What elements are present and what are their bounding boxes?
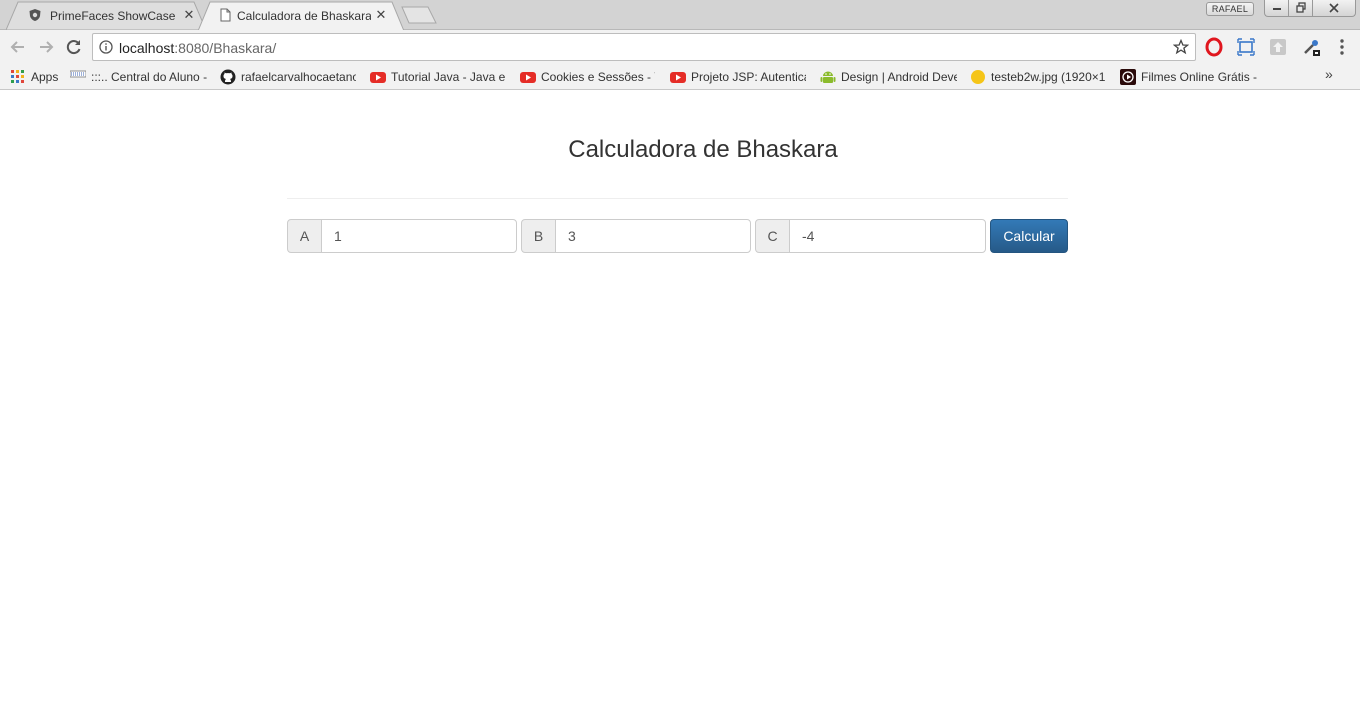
tab-title: Calculadora de Bhaskara — [237, 9, 371, 23]
reload-button[interactable] — [64, 37, 84, 57]
play-icon — [1120, 69, 1136, 85]
bookmark-github[interactable]: rafaelcarvalhocaetano — [220, 68, 358, 86]
url-host: localhost — [119, 40, 175, 56]
calcular-button[interactable]: Calcular — [990, 219, 1068, 253]
bookmark-label: Cookies e Sessões - Y — [541, 70, 655, 84]
bookmark-projeto-jsp[interactable]: Projeto JSP: Autentica — [670, 68, 808, 86]
youtube-icon — [520, 69, 536, 85]
more-bookmarks-button[interactable]: » — [1325, 66, 1333, 82]
bookmark-label: Tutorial Java - Java e — [391, 70, 506, 84]
forward-button[interactable] — [36, 37, 56, 57]
bookmark-label: rafaelcarvalhocaetano — [241, 70, 356, 84]
close-icon — [1329, 3, 1339, 13]
bookmark-android-design[interactable]: Design | Android Deve — [820, 68, 960, 86]
tab-primefaces[interactable]: PrimeFaces ShowCase ✕ — [6, 1, 206, 30]
opera-icon[interactable] — [1204, 37, 1224, 57]
document-icon — [218, 8, 232, 22]
shield-icon — [28, 8, 42, 22]
window-close-button[interactable] — [1312, 0, 1356, 17]
field-c-input[interactable] — [789, 219, 986, 253]
restore-button[interactable] — [1288, 0, 1312, 17]
eyedropper-icon[interactable] — [1301, 37, 1321, 57]
field-b-label: B — [521, 219, 556, 253]
android-icon — [820, 69, 836, 85]
bookmark-label: :::.. Central do Aluno - — [91, 70, 208, 84]
bookmark-star-icon[interactable] — [1172, 38, 1190, 55]
restore-icon — [1295, 2, 1306, 13]
minimize-icon — [1272, 8, 1281, 10]
new-tab-button[interactable] — [401, 6, 437, 24]
screenshot-icon[interactable] — [1236, 37, 1256, 57]
tab-strip: PrimeFaces ShowCase ✕ Calculadora de Bha… — [0, 0, 1360, 30]
back-arrow-icon — [10, 41, 24, 53]
browser-toolbar: localhost:8080/Bhaskara/ — [0, 30, 1360, 64]
address-bar[interactable]: localhost:8080/Bhaskara/ — [92, 33, 1196, 61]
close-icon[interactable]: ✕ — [374, 8, 388, 22]
page-title: Calculadora de Bhaskara — [568, 136, 838, 163]
reload-icon — [66, 40, 81, 55]
bookmark-label: testeb2w.jpg (1920×1 — [991, 70, 1106, 84]
bookmark-central-do-aluno[interactable]: :::.. Central do Aluno - — [70, 68, 208, 86]
url-text[interactable]: localhost:8080/Bhaskara/ — [119, 40, 276, 56]
info-icon[interactable] — [99, 40, 113, 54]
apps-grid-icon — [10, 69, 26, 85]
image-icon — [970, 69, 986, 85]
field-c-label: C — [755, 219, 790, 253]
tab-title: PrimeFaces ShowCase — [50, 9, 176, 23]
bookmark-label: Apps — [31, 70, 59, 84]
input-group-c: C — [755, 219, 986, 253]
input-group-b: B — [521, 219, 751, 253]
field-b-input[interactable] — [555, 219, 751, 253]
flag-icon — [70, 69, 86, 85]
divider — [287, 198, 1068, 199]
bookmarks-bar: Apps :::.. Central do Aluno - rafaelcarv… — [0, 64, 1360, 90]
bookmark-cookies-sessoes[interactable]: Cookies e Sessões - Y — [520, 68, 658, 86]
input-group-a: A — [287, 219, 517, 253]
forward-arrow-icon — [40, 41, 54, 53]
minimize-button[interactable] — [1264, 0, 1288, 17]
menu-icon[interactable] — [1332, 37, 1352, 57]
github-icon — [220, 69, 236, 85]
back-button[interactable] — [8, 37, 28, 57]
bookmark-label: Filmes Online Grátis - — [1141, 70, 1258, 84]
bookmark-label: Projeto JSP: Autentica — [691, 70, 806, 84]
profile-button[interactable]: RAFAEL — [1206, 2, 1254, 16]
youtube-icon — [370, 69, 386, 85]
youtube-icon — [670, 69, 686, 85]
bookmark-label: Design | Android Deve — [841, 70, 957, 84]
field-a-label: A — [287, 219, 322, 253]
url-path: :8080/Bhaskara/ — [174, 40, 277, 56]
field-a-input[interactable] — [321, 219, 517, 253]
bookmark-filmes-online[interactable]: Filmes Online Grátis - — [1120, 68, 1258, 86]
bookmark-testeb2w[interactable]: testeb2w.jpg (1920×1 — [970, 68, 1108, 86]
close-icon[interactable]: ✕ — [182, 8, 196, 22]
bookmark-apps[interactable]: Apps — [10, 68, 62, 86]
tab-calculadora[interactable]: Calculadora de Bhaskara ✕ — [198, 1, 404, 30]
bookmark-tutorial-java[interactable]: Tutorial Java - Java e — [370, 68, 508, 86]
upload-icon[interactable] — [1268, 37, 1288, 57]
